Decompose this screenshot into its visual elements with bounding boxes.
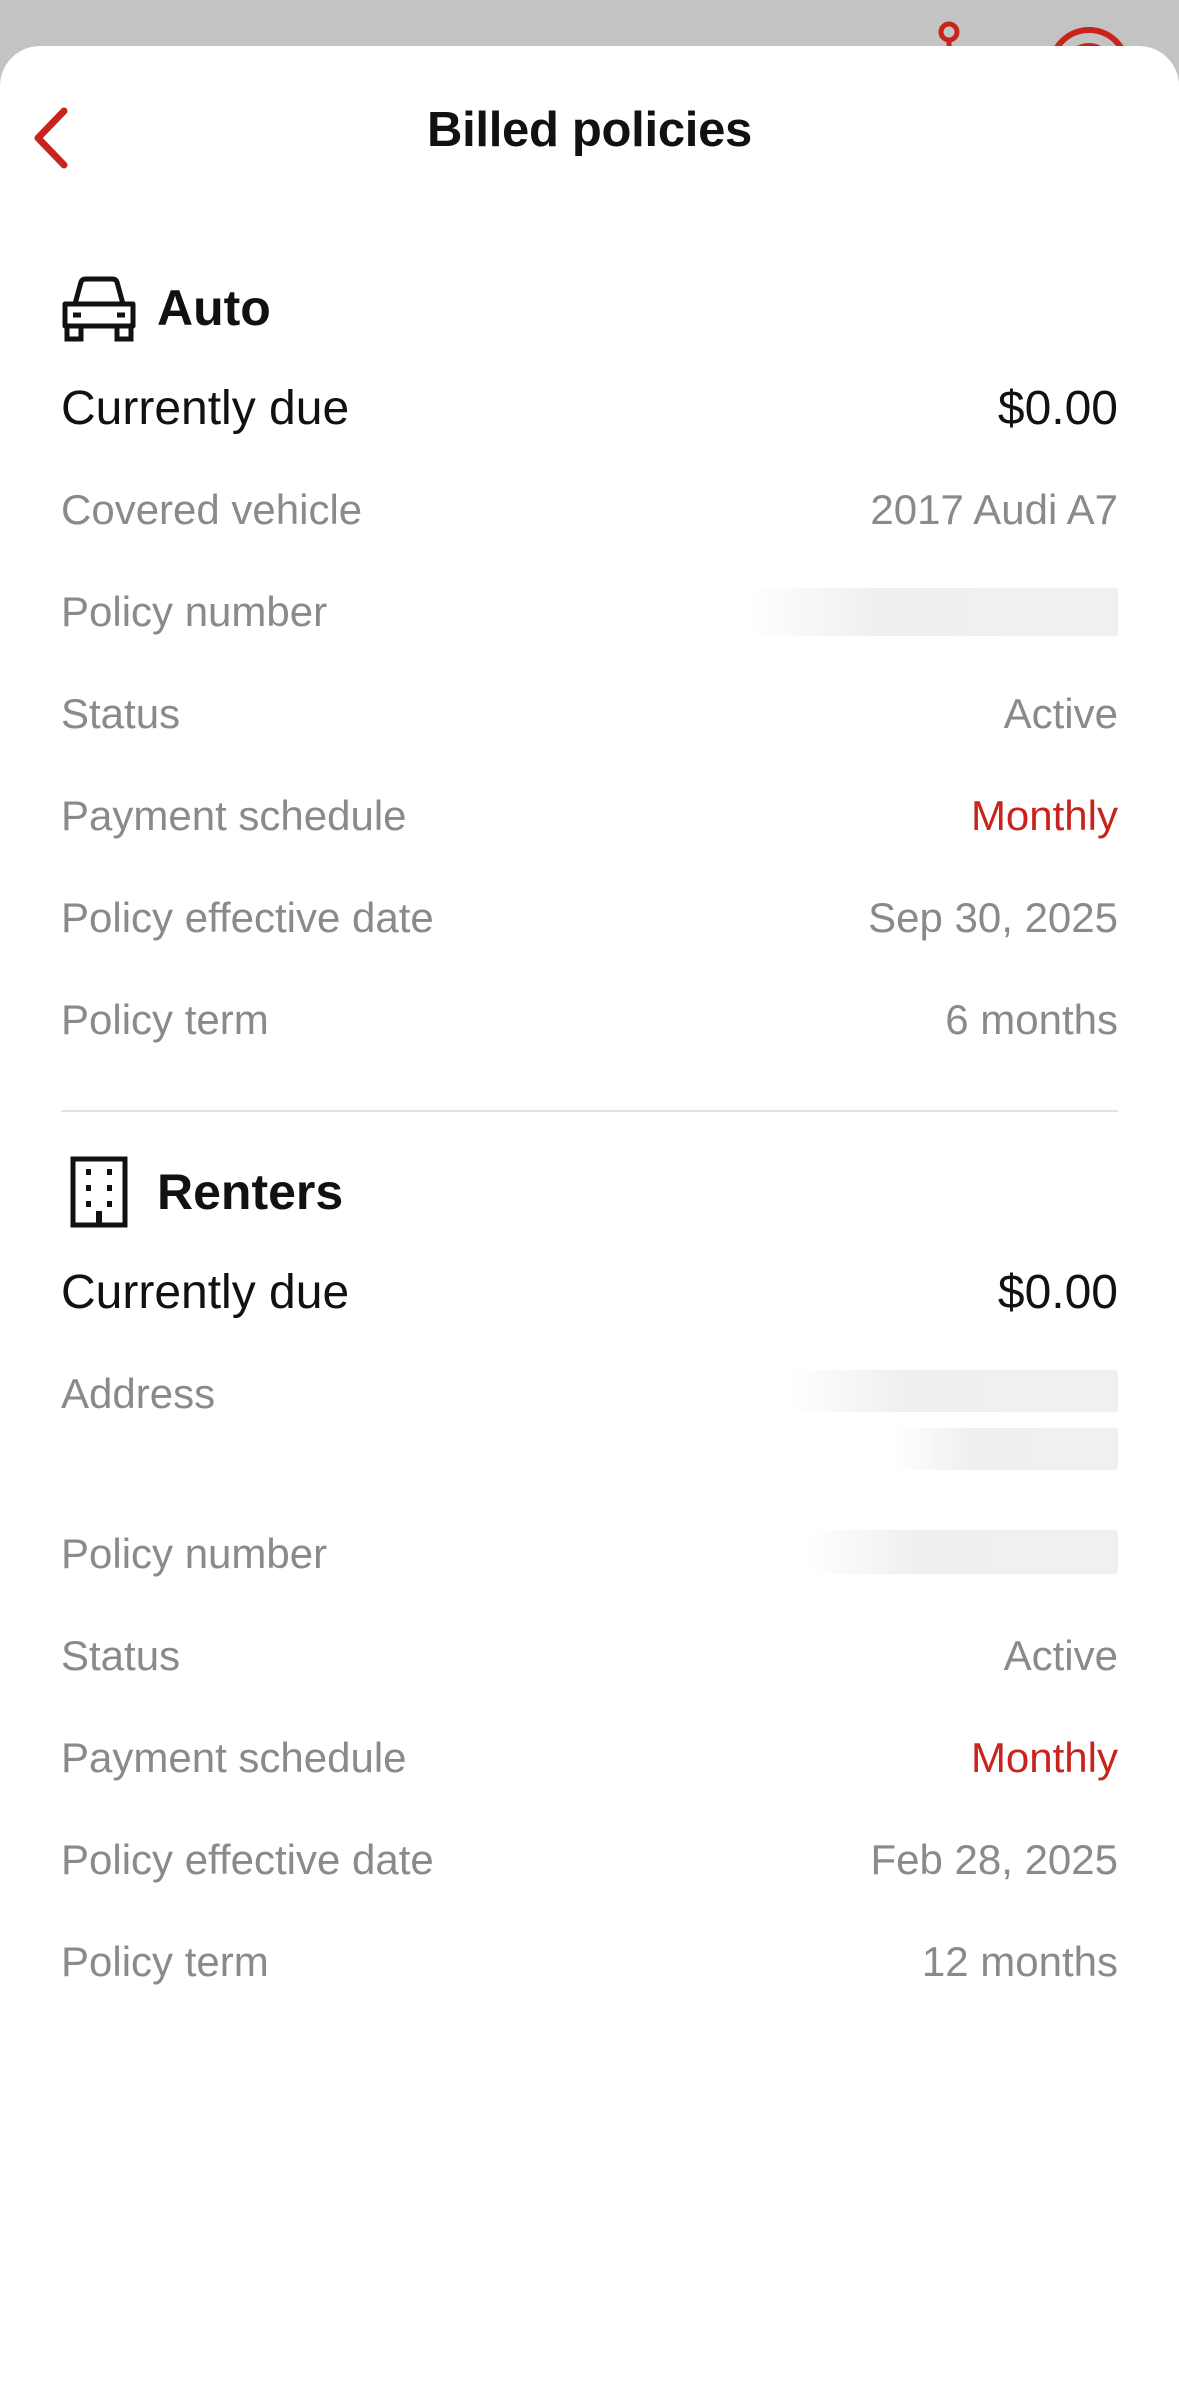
detail-value: Active xyxy=(1003,690,1118,737)
section-header: Auto xyxy=(61,258,1118,358)
currently-due-amount: $0.00 xyxy=(997,1265,1118,1319)
detail-value: Feb 28, 2025 xyxy=(870,1836,1118,1883)
detail-label: Policy number xyxy=(61,1530,328,1577)
detail-row-effective-date: Policy effective date Feb 28, 2025 xyxy=(61,1808,1118,1910)
billed-policies-sheet: Billed policies Auto Currently due $0.00… xyxy=(0,46,1179,2396)
section-header: Renters xyxy=(61,1142,1118,1242)
detail-label: Policy effective date xyxy=(61,1836,434,1883)
policy-section-renters: Renters Currently due $0.00 Address Poli… xyxy=(61,1142,1118,2012)
redacted-address xyxy=(788,1370,1118,1470)
detail-label: Policy effective date xyxy=(61,894,434,941)
detail-row-policy-number: Policy number xyxy=(61,560,1118,662)
detail-value: Sep 30, 2025 xyxy=(868,894,1118,941)
currently-due-label: Currently due xyxy=(61,381,350,435)
redacted-address-line-2 xyxy=(893,1428,1118,1470)
detail-row-policy-term: Policy term 6 months xyxy=(61,968,1118,1070)
page-title: Billed policies xyxy=(427,103,752,157)
detail-label: Policy term xyxy=(61,1938,269,1985)
detail-row-status: Status Active xyxy=(61,1604,1118,1706)
detail-row-payment-schedule[interactable]: Payment schedule Monthly xyxy=(61,1706,1118,1808)
redacted-policy-number xyxy=(808,1530,1118,1574)
detail-value: Active xyxy=(1003,1632,1118,1679)
car-icon xyxy=(61,270,137,346)
building-icon xyxy=(61,1154,137,1230)
detail-row-policy-number: Policy number xyxy=(61,1502,1118,1604)
currently-due-label: Currently due xyxy=(61,1265,350,1319)
payment-schedule-link[interactable]: Monthly xyxy=(971,1734,1118,1782)
policies-list: Auto Currently due $0.00 Covered vehicle… xyxy=(0,258,1179,2012)
payment-schedule-link[interactable]: Monthly xyxy=(971,792,1118,840)
detail-row-effective-date: Policy effective date Sep 30, 2025 xyxy=(61,866,1118,968)
detail-value: 12 months xyxy=(921,1938,1118,1985)
currently-due-amount: $0.00 xyxy=(997,381,1118,435)
currently-due-row: Currently due $0.00 xyxy=(61,358,1118,458)
detail-row-payment-schedule[interactable]: Payment schedule Monthly xyxy=(61,764,1118,866)
detail-label: Status xyxy=(61,690,181,737)
detail-value: 6 months xyxy=(945,996,1118,1043)
detail-label: Payment schedule xyxy=(61,792,407,839)
sheet-header: Billed policies xyxy=(0,46,1179,218)
detail-value: 2017 Audi A7 xyxy=(870,486,1118,533)
detail-label: Status xyxy=(61,1632,181,1679)
detail-row-status: Status Active xyxy=(61,662,1118,764)
section-title: Renters xyxy=(157,1164,344,1220)
section-divider xyxy=(61,1110,1118,1112)
redacted-address-line-1 xyxy=(788,1370,1118,1412)
detail-label: Address xyxy=(61,1370,216,1417)
detail-label: Payment schedule xyxy=(61,1734,407,1781)
detail-label: Policy number xyxy=(61,588,328,635)
detail-label: Covered vehicle xyxy=(61,486,363,533)
currently-due-row: Currently due $0.00 xyxy=(61,1242,1118,1342)
detail-row-covered-vehicle: Covered vehicle 2017 Audi A7 xyxy=(61,458,1118,560)
detail-row-policy-term: Policy term 12 months xyxy=(61,1910,1118,2012)
detail-row-address: Address xyxy=(61,1342,1118,1502)
detail-label: Policy term xyxy=(61,996,269,1043)
redacted-policy-number xyxy=(748,588,1118,636)
section-title: Auto xyxy=(157,280,271,336)
policy-section-auto: Auto Currently due $0.00 Covered vehicle… xyxy=(61,258,1118,1070)
